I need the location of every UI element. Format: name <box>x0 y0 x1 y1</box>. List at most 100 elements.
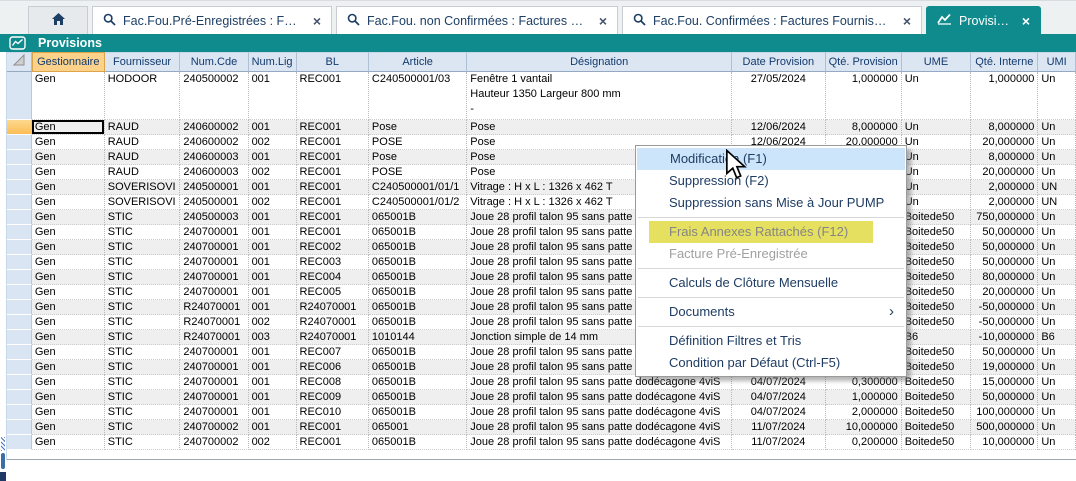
cell-num-cde[interactable]: 240700002 <box>180 435 248 450</box>
cell-fournisseur[interactable]: STIC <box>105 315 181 330</box>
cell-ume[interactable]: Boitede50 <box>902 375 972 390</box>
cell-num-lig[interactable]: 002 <box>249 195 297 210</box>
cell-num-cde[interactable]: 240500003 <box>180 210 248 225</box>
cell-umi[interactable]: Un <box>1038 120 1076 135</box>
cell-gestionnaire[interactable]: Gen <box>32 240 105 255</box>
cell-num-cde[interactable]: 240700001 <box>180 270 248 285</box>
cell-umi[interactable]: Un <box>1038 390 1076 405</box>
cell-qte-provision[interactable]: 2,000000 <box>826 405 902 420</box>
cell-gestionnaire[interactable]: Gen <box>32 270 105 285</box>
cell-ume[interactable]: Boitede50 <box>902 210 972 225</box>
cell-umi[interactable]: Un <box>1038 345 1076 360</box>
cell-fournisseur[interactable]: SOVERISOVI <box>105 180 181 195</box>
column-header-qte-provision[interactable]: Qté. Provision <box>826 52 902 72</box>
cell-qte-interne[interactable]: 20,000000 <box>971 165 1038 180</box>
cell-ume[interactable]: Boitede50 <box>902 225 972 240</box>
cell-num-lig[interactable]: 001 <box>249 120 297 135</box>
column-header-gestionnaire[interactable]: Gestionnaire <box>32 52 105 72</box>
row-header[interactable] <box>7 240 32 255</box>
cell-date-provision[interactable]: 04/07/2024 <box>732 390 826 405</box>
cell-num-lig[interactable]: 001 <box>249 72 297 120</box>
cell-article[interactable]: C240500001/01/1 <box>369 180 467 195</box>
cell-fournisseur[interactable]: SOVERISOVI <box>105 195 181 210</box>
cell-fournisseur[interactable]: RAUD <box>105 150 181 165</box>
cell-qte-provision[interactable]: 10,000000 <box>826 420 902 435</box>
cell-num-cde[interactable]: 240700001 <box>180 360 248 375</box>
cell-article[interactable]: C240500001/01/2 <box>369 195 467 210</box>
cell-article[interactable]: 065001B <box>369 360 467 375</box>
column-header-umi[interactable]: UMI <box>1038 52 1076 72</box>
cell-fournisseur[interactable]: STIC <box>105 270 181 285</box>
cell-umi[interactable]: Un <box>1038 405 1076 420</box>
cell-ume[interactable]: Boitede50 <box>902 390 972 405</box>
column-header-fournisseur[interactable]: Fournisseur <box>105 52 181 72</box>
cell-num-cde[interactable]: 240700001 <box>180 285 248 300</box>
cell-num-cde[interactable]: 240600003 <box>180 150 248 165</box>
row-header[interactable] <box>7 135 32 150</box>
cell-qte-interne[interactable]: 50,000000 <box>971 345 1038 360</box>
cell-bl[interactable]: REC004 <box>297 270 369 285</box>
cell-qte-interne[interactable]: 50,000000 <box>971 240 1038 255</box>
cell-date-provision[interactable]: 12/06/2024 <box>732 120 826 135</box>
cell-num-lig[interactable]: 001 <box>249 225 297 240</box>
cell-bl[interactable]: REC001 <box>297 420 369 435</box>
cell-ume[interactable]: Boitede50 <box>902 345 972 360</box>
cell-num-lig[interactable]: 001 <box>249 240 297 255</box>
cell-fournisseur[interactable]: RAUD <box>105 120 181 135</box>
cell-article[interactable]: 065001B <box>369 300 467 315</box>
cell-num-lig[interactable]: 002 <box>249 165 297 180</box>
cell-umi[interactable]: Un <box>1038 210 1076 225</box>
cell-umi[interactable]: Un <box>1038 165 1076 180</box>
cell-fournisseur[interactable]: STIC <box>105 300 181 315</box>
cell-num-cde[interactable]: 240700001 <box>180 375 248 390</box>
cell-bl[interactable]: R24070001 <box>297 300 369 315</box>
cell-gestionnaire[interactable]: Gen <box>32 135 105 150</box>
cell-article[interactable]: POSE <box>369 165 467 180</box>
tab-document-3[interactable]: Fac.Fou. Confirmées : Factures Fournisse… <box>622 6 922 34</box>
cell-num-cde[interactable]: 240700001 <box>180 225 248 240</box>
cell-designation[interactable]: Joue 28 profil talon 95 sans patte dodéc… <box>467 390 732 405</box>
splitter-thumb[interactable] <box>1 453 5 469</box>
menu-item-frais-annexes-rattaches[interactable]: Frais Annexes Rattachés (F12) <box>649 221 873 243</box>
row-header[interactable] <box>7 225 32 240</box>
row-header[interactable] <box>7 180 32 195</box>
cell-gestionnaire[interactable]: Gen <box>32 300 105 315</box>
cell-bl[interactable]: REC001 <box>297 120 369 135</box>
cell-fournisseur[interactable]: STIC <box>105 255 181 270</box>
menu-item-documents[interactable]: Documents› <box>636 301 906 323</box>
row-header[interactable] <box>7 375 32 390</box>
cell-num-cde[interactable]: R24070001 <box>180 330 248 345</box>
cell-qte-interne[interactable]: 80,000000 <box>971 270 1038 285</box>
cell-date-provision[interactable]: 04/07/2024 <box>732 405 826 420</box>
select-all-corner[interactable] <box>7 52 32 72</box>
cell-umi[interactable]: Un <box>1038 72 1076 120</box>
row-header[interactable] <box>7 255 32 270</box>
menu-item-modification[interactable]: Modification (F1) <box>637 148 905 170</box>
cell-ume[interactable]: Boitede50 <box>902 240 972 255</box>
cell-num-cde[interactable]: 240700001 <box>180 240 248 255</box>
tab-close-icon[interactable]: × <box>1022 13 1030 29</box>
cell-article[interactable]: POSE <box>369 135 467 150</box>
row-header[interactable] <box>7 165 32 180</box>
cell-article[interactable]: 065001B <box>369 375 467 390</box>
cell-num-lig[interactable]: 001 <box>249 150 297 165</box>
cell-designation[interactable]: Pose <box>467 120 732 135</box>
cell-num-lig[interactable]: 001 <box>249 180 297 195</box>
cell-designation[interactable]: Joue 28 profil talon 95 sans patte dodéc… <box>467 420 732 435</box>
cell-num-lig[interactable]: 003 <box>249 330 297 345</box>
cell-qte-provision[interactable]: 1,000000 <box>826 390 902 405</box>
menu-item-suppression-sans-maj-pump[interactable]: Suppression sans Mise à Jour PUMP <box>636 192 906 214</box>
cell-bl[interactable]: REC003 <box>297 255 369 270</box>
cell-date-provision[interactable]: 04/07/2024 <box>732 375 826 390</box>
cell-bl[interactable]: REC001 <box>297 435 369 450</box>
cell-article[interactable]: 065001B <box>369 405 467 420</box>
cell-gestionnaire[interactable]: Gen <box>32 120 105 135</box>
cell-num-lig[interactable]: 001 <box>249 255 297 270</box>
cell-qte-interne[interactable]: 10,000000 <box>971 435 1038 450</box>
cell-qte-interne[interactable]: 15,000000 <box>971 375 1038 390</box>
left-splitter-strip[interactable] <box>0 52 7 460</box>
cell-gestionnaire[interactable]: Gen <box>32 165 105 180</box>
cell-qte-interne[interactable]: 19,000000 <box>971 360 1038 375</box>
cell-num-lig[interactable]: 002 <box>249 135 297 150</box>
cell-article[interactable]: C240500001/03 <box>369 72 467 120</box>
